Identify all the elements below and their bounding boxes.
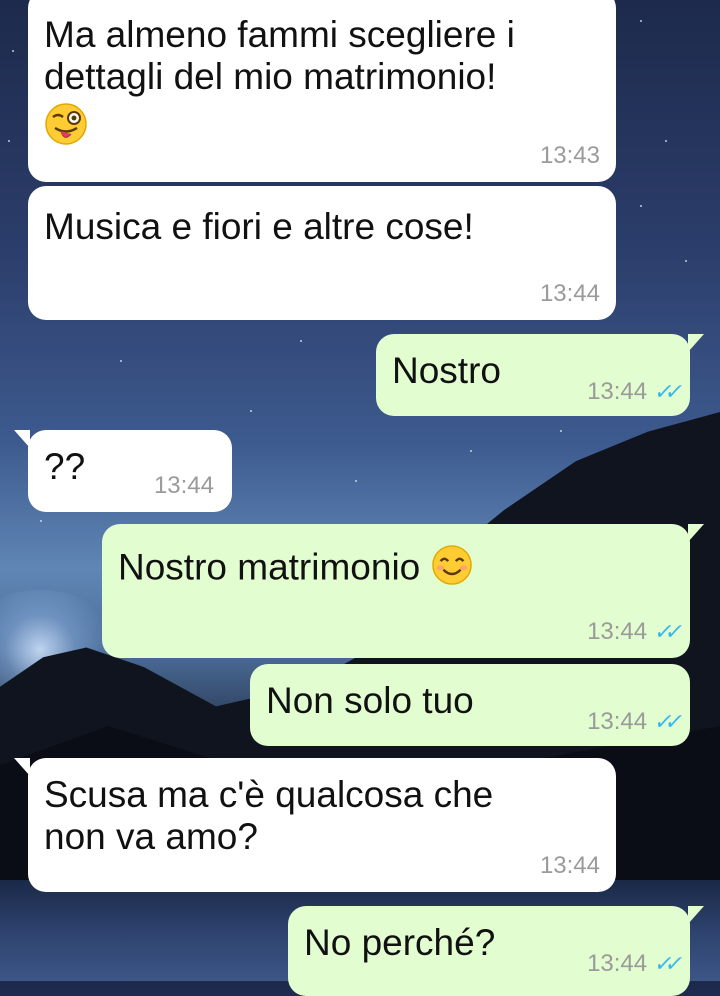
message-bubble-incoming[interactable]: Ma almeno fammi scegliere i dettagli del…: [28, 0, 616, 182]
message-text: Scusa ma c'è qualcosa che non va amo?: [44, 774, 494, 857]
message-timestamp-row: 13:44 ✓✓: [587, 618, 679, 645]
message-timestamp: 13:44: [539, 852, 600, 879]
double-check-read-icon: ✓✓: [652, 709, 679, 734]
double-check-read-icon: ✓✓: [652, 379, 679, 404]
message-timestamp: 13:44: [587, 618, 648, 645]
message-text: Musica e fiori e altre cose!: [44, 206, 474, 247]
message-text: Ma almeno fammi scegliere i dettagli del…: [44, 14, 515, 97]
smiling-face-with-smiling-eyes-icon: [431, 544, 473, 595]
message-timestamp-row: 13:44 ✓✓: [587, 708, 679, 735]
message-bubble-outgoing[interactable]: Non solo tuo 13:44 ✓✓: [250, 664, 690, 746]
message-bubble-incoming[interactable]: Musica e fiori e altre cose! 13:44: [28, 186, 616, 320]
message-text: Nostro matrimonio: [118, 546, 421, 588]
message-text-row: Nostro matrimonio: [118, 544, 674, 595]
message-timestamp: 13:44: [587, 950, 648, 977]
winking-face-with-tongue-icon: [44, 102, 88, 155]
message-bubble-outgoing[interactable]: No perché? 13:44 ✓✓: [288, 906, 704, 996]
message-timestamp-row: 13:44 ✓✓: [587, 950, 679, 977]
message-timestamp: 13:44: [587, 378, 648, 405]
message-timestamp: 13:44: [153, 472, 214, 499]
message-bubble-outgoing[interactable]: Nostro matrimonio 13:44 ✓✓: [102, 524, 704, 658]
message-timestamp: 13:44: [587, 708, 648, 735]
message-timestamp: 13:43: [539, 142, 600, 169]
message-bubble-incoming[interactable]: ?? 13:44: [14, 430, 232, 512]
message-timestamp: 13:44: [539, 280, 600, 307]
double-check-read-icon: ✓✓: [652, 951, 679, 976]
message-bubble-incoming[interactable]: Scusa ma c'è qualcosa che non va amo? 13…: [14, 758, 616, 892]
message-bubble-outgoing[interactable]: Nostro 13:44 ✓✓: [376, 334, 704, 416]
message-timestamp-row: 13:44 ✓✓: [587, 378, 679, 405]
double-check-read-icon: ✓✓: [652, 619, 679, 644]
